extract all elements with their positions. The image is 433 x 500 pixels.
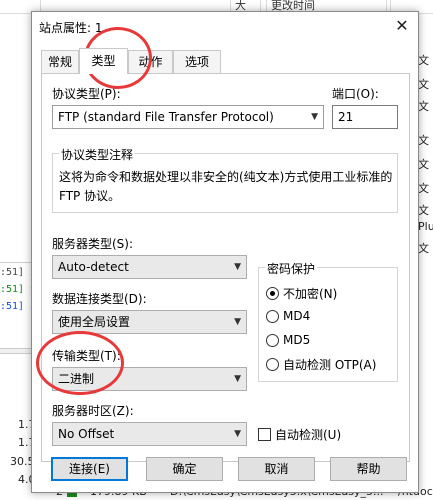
protocol-note-group: 协议类型注释 这将为命令和数据处理以非安全的(纯文本)方式使用工业标准的 FTP… [52,146,398,213]
site-properties-dialog: 站点属性: 1 ✕ 常规 类型 动作 选项 协议类型(P): FTP (stan… [31,11,419,493]
server-type-label: 服务器类型(S): [52,237,134,251]
tab-type[interactable]: 类型 [79,48,128,74]
timezone-value: No Offset [58,427,115,441]
data-connection-value: 使用全局设置 [58,315,131,329]
port-input[interactable]: 21 [332,105,398,129]
cancel-button[interactable]: 取消 [238,457,315,481]
protocol-note-title: 协议类型注释 [59,146,136,163]
list-item[interactable]: 文 [418,132,429,148]
tab-actions[interactable]: 动作 [128,50,173,74]
close-button[interactable]: ✕ [390,14,414,36]
radio-label: MD4 [283,309,311,323]
protocol-note-line: 这将为命令和数据处理以非安全的(纯文本)方式使用工业标准的 [59,170,393,184]
password-group-title: 密码保护 [265,260,318,277]
transfer-type-value: 二进制 [58,372,95,386]
list-item[interactable]: 文 [418,240,429,256]
ok-button[interactable]: 确定 [146,457,223,481]
tab-general[interactable]: 常规 [41,50,79,74]
chevron-down-icon: ▼ [234,317,241,327]
transfer-type-label: 传输类型(T): [52,349,121,363]
close-icon: ✕ [395,15,409,35]
radio-label: 自动检测 OTP(A) [283,357,377,372]
tab-options[interactable]: 选项 [173,50,221,74]
list-item[interactable]: Plu [418,220,433,233]
protocol-type-label: 协议类型(P): [52,87,121,101]
list-item[interactable]: 文 [418,156,429,172]
radio-no-encryption[interactable]: 不加密(N) [266,284,337,302]
timezone-select[interactable]: No Offset ▼ [52,422,247,446]
data-connection-label: 数据连接类型(D): [52,292,147,306]
data-connection-select[interactable]: 使用全局设置 ▼ [52,310,247,334]
radio-dot [266,333,279,347]
auto-detect-label: 自动检测(U) [275,428,342,442]
port-label: 端口(O): [332,87,379,101]
dialog-title: 站点属性: 1 [39,21,103,35]
help-button[interactable]: 帮助 [330,457,407,481]
radio-auto-otp[interactable]: 自动检测 OTP(A) [266,355,376,373]
list-item[interactable]: 文 [418,76,429,92]
dialog-titlebar[interactable]: 站点属性: 1 ✕ [32,12,418,40]
server-type-value: Auto-detect [58,260,129,274]
server-type-select[interactable]: Auto-detect ▼ [52,255,247,279]
list-item[interactable]: 文 [418,52,429,68]
chevron-down-icon: ▼ [234,374,241,384]
radio-dot [266,309,279,323]
radio-md5[interactable]: MD5 [266,331,310,349]
protocol-note-text: 这将为命令和数据处理以非安全的(纯文本)方式使用工业标准的 FTP 协议。 [59,168,411,206]
chevron-down-icon: ▼ [234,429,241,439]
chevron-down-icon: ▼ [311,112,318,122]
list-item[interactable]: 文 [418,202,429,218]
list-item[interactable]: 文 [418,180,429,196]
checkbox-box [258,428,271,441]
password-protection-group: 密码保护 不加密(N) MD4 MD5 自动检测 OTP(A) [258,260,398,382]
connect-button[interactable]: 连接(E) [51,457,128,481]
timezone-label: 服务器时区(Z): [52,404,134,418]
protocol-note-line: FTP 协议。 [59,189,121,203]
protocol-type-value: FTP (standard File Transfer Protocol) [58,110,274,124]
list-item[interactable]: 文 [418,98,429,114]
transfer-type-select[interactable]: 二进制 ▼ [52,367,247,391]
auto-detect-checkbox[interactable]: 自动检测(U) [258,426,341,443]
chevron-down-icon: ▼ [234,262,241,272]
radio-dot [266,357,279,371]
protocol-type-select[interactable]: FTP (standard File Transfer Protocol) ▼ [52,105,324,129]
radio-label: MD5 [283,333,311,347]
tab-panel-type: 协议类型(P): FTP (standard File Transfer Pro… [41,73,410,462]
radio-md4[interactable]: MD4 [266,307,310,325]
radio-label: 不加密(N) [283,286,338,301]
radio-dot [266,286,279,300]
